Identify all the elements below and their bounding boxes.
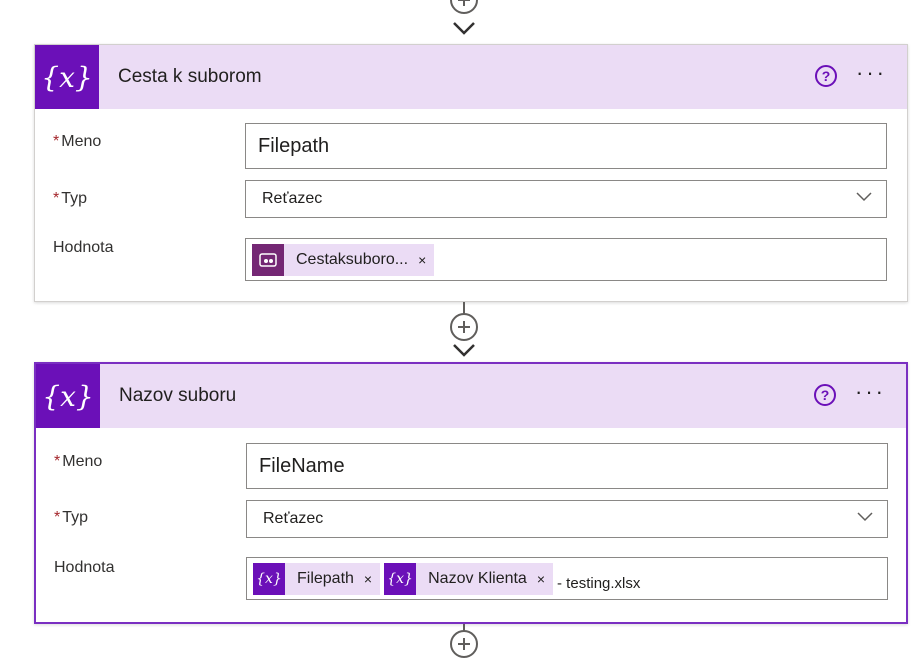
action-card-nazov-suboru: {x} Nazov suboru ? ··· * Meno FileName * T… (34, 362, 908, 624)
variable-icon: {x} (253, 562, 285, 595)
value-input[interactable]: {x} Filepath × {x} Nazov Klienta × - tes… (246, 557, 888, 600)
chevron-down-icon (856, 192, 872, 202)
dynamic-content-token[interactable]: Cestaksuboro... × (252, 243, 435, 276)
name-input[interactable]: FileName (246, 443, 888, 489)
type-select[interactable]: Reťazec (245, 180, 887, 218)
add-step-button[interactable] (450, 313, 478, 341)
value-label: Hodnota (53, 239, 114, 256)
action-card-cesta-k-suborom: {x} Cesta k suborom ? ··· * Meno Filepath… (34, 44, 908, 302)
type-label: * Typ (54, 509, 89, 526)
dynamic-content-token[interactable]: {x} Nazov Klienta × (384, 562, 554, 595)
plus-icon (458, 321, 470, 333)
type-select-value: Reťazec (263, 510, 324, 527)
arrow-down-icon (453, 22, 475, 35)
power-apps-icon (252, 243, 284, 276)
name-label: * Meno (53, 133, 102, 150)
type-select-value: Reťazec (262, 190, 323, 207)
variable-icon: {x} (36, 364, 100, 428)
arrow-down-icon (453, 344, 475, 357)
type-select[interactable]: Reťazec (246, 500, 888, 538)
add-step-button-top[interactable] (450, 0, 478, 14)
close-icon[interactable]: × (533, 571, 553, 587)
value-input[interactable]: Cestaksuboro... × (245, 238, 887, 281)
token-label: Cestaksuboro... (296, 250, 409, 268)
close-icon[interactable]: × (414, 252, 434, 268)
plus-icon (458, 638, 470, 650)
value-suffix-text: - testing.xlsx (557, 575, 641, 592)
token-label: Nazov Klienta (428, 569, 527, 587)
variable-icon: {x} (35, 45, 99, 109)
token-label: Filepath (297, 569, 354, 587)
more-options-icon[interactable]: ··· (856, 62, 887, 84)
type-label: * Typ (53, 190, 88, 207)
chevron-down-icon (857, 512, 873, 522)
dynamic-content-token[interactable]: {x} Filepath × (253, 562, 381, 595)
help-icon[interactable]: ? (814, 384, 836, 406)
variable-icon: {x} (384, 562, 417, 595)
close-icon[interactable]: × (360, 571, 380, 587)
card-header[interactable]: {x} Nazov suboru ? ··· (36, 364, 906, 428)
more-options-icon[interactable]: ··· (855, 381, 886, 403)
name-input[interactable]: Filepath (245, 123, 887, 169)
help-icon[interactable]: ? (815, 65, 837, 87)
plus-icon (458, 0, 470, 6)
card-title: Cesta k suborom (118, 66, 262, 87)
value-label: Hodnota (54, 559, 115, 576)
card-header[interactable]: {x} Cesta k suborom ? ··· (35, 45, 907, 109)
card-title: Nazov suboru (119, 385, 237, 406)
add-step-button-bottom[interactable] (450, 630, 478, 658)
name-label: * Meno (54, 453, 103, 470)
